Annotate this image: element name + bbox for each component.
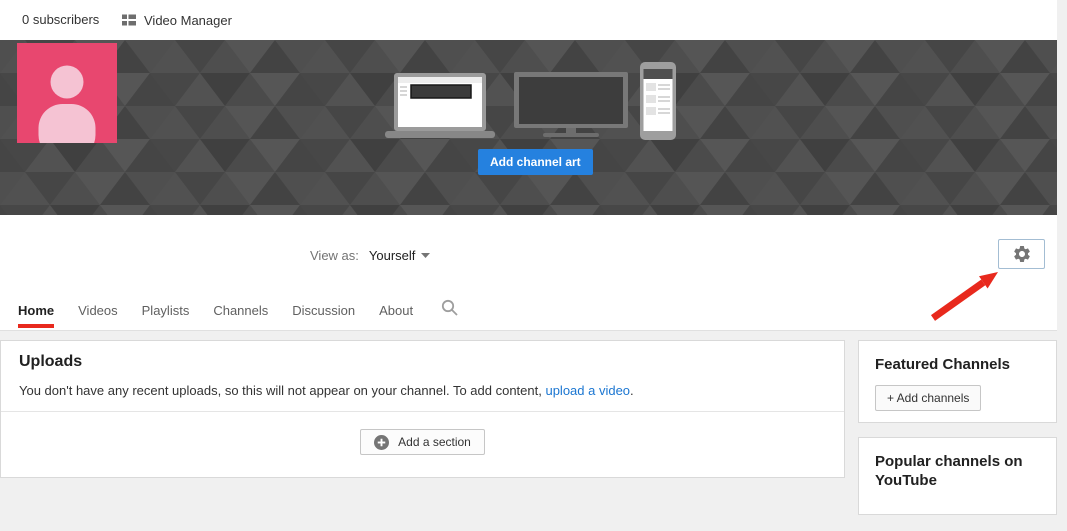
upload-video-link[interactable]: upload a video xyxy=(545,383,630,398)
popular-channels-card: Popular channels on YouTube xyxy=(858,437,1057,515)
search-icon xyxy=(441,299,458,316)
video-manager-link[interactable]: Video Manager xyxy=(122,0,232,40)
avatar[interactable] xyxy=(17,43,117,143)
channel-header: View as: Yourself Home Videos Playlists … xyxy=(0,215,1057,331)
uploads-message-text: You don't have any recent uploads, so th… xyxy=(19,383,545,398)
gear-icon xyxy=(1012,244,1032,264)
channel-settings-button[interactable] xyxy=(998,239,1045,269)
view-as-label: View as: xyxy=(310,248,359,263)
video-manager-icon xyxy=(122,14,136,26)
tab-videos[interactable]: Videos xyxy=(78,293,118,330)
add-section-row: Add a section xyxy=(1,429,844,455)
view-as-control: View as: Yourself xyxy=(310,245,430,265)
person-icon xyxy=(17,43,117,143)
view-as-value: Yourself xyxy=(369,248,416,263)
channel-banner: Add channel art xyxy=(0,40,1057,215)
tv-illustration xyxy=(514,72,628,138)
topbar: 0 subscribers Video Manager xyxy=(0,0,1057,40)
uploads-empty-message: You don't have any recent uploads, so th… xyxy=(19,383,634,398)
popular-channels-title: Popular channels on YouTube xyxy=(859,438,1056,490)
divider xyxy=(1,411,844,412)
laptop-illustration xyxy=(385,73,495,139)
uploads-message-period: . xyxy=(630,383,634,398)
phone-illustration xyxy=(640,62,676,140)
tab-about[interactable]: About xyxy=(379,293,413,330)
channel-search-button[interactable] xyxy=(441,289,458,330)
view-as-dropdown[interactable]: Yourself xyxy=(369,248,431,263)
add-section-button[interactable]: Add a section xyxy=(360,429,485,455)
add-channels-button[interactable]: + Add channels xyxy=(875,385,981,411)
tab-bar: Home Videos Playlists Channels Discussio… xyxy=(18,289,458,330)
uploads-title: Uploads xyxy=(19,353,82,371)
caret-down-icon xyxy=(421,253,430,258)
tab-channels[interactable]: Channels xyxy=(213,293,268,330)
uploads-card: Uploads You don't have any recent upload… xyxy=(0,340,845,478)
add-section-label: Add a section xyxy=(398,435,471,449)
tab-playlists[interactable]: Playlists xyxy=(142,293,190,330)
subscriber-count: 0 subscribers xyxy=(22,0,99,40)
featured-channels-title: Featured Channels xyxy=(859,341,1056,374)
youtube-channel-page: 0 subscribers Video Manager xyxy=(0,0,1067,531)
tab-home[interactable]: Home xyxy=(18,293,54,330)
featured-channels-card: Featured Channels + Add channels xyxy=(858,340,1057,423)
video-manager-label: Video Manager xyxy=(144,13,232,28)
tab-discussion[interactable]: Discussion xyxy=(292,293,355,330)
plus-circle-icon xyxy=(374,435,389,450)
add-channel-art-button[interactable]: Add channel art xyxy=(478,149,593,175)
